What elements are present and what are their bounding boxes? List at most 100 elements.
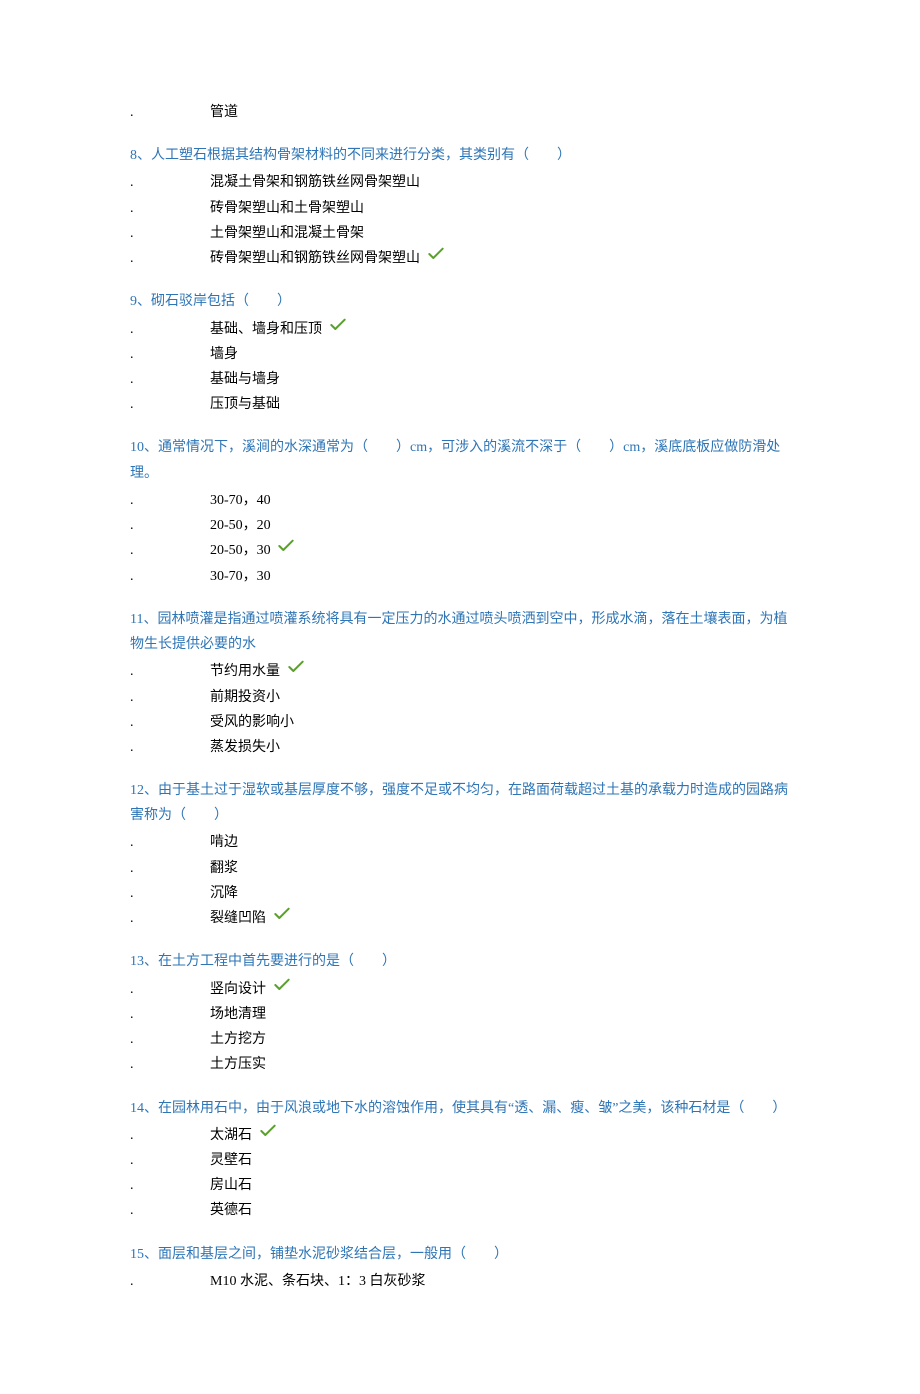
option-row: .受风的影响小 (130, 710, 790, 735)
option-bullet: . (130, 488, 210, 513)
option-text: 混凝土骨架和钢筋铁丝网骨架塑山 (210, 170, 790, 195)
document-body: .管道8、人工塑石根据其结构骨架材料的不同来进行分类，其类别有（ ）.混凝土骨架… (130, 100, 790, 1294)
option-bullet: . (130, 538, 210, 563)
option-text: 太湖石 (210, 1123, 790, 1148)
option-row: .土方挖方 (130, 1027, 790, 1052)
option-row: .混凝土骨架和钢筋铁丝网骨架塑山 (130, 170, 790, 195)
option-bullet: . (130, 1052, 210, 1077)
option-bullet: . (130, 685, 210, 710)
question-title: 8、人工塑石根据其结构骨架材料的不同来进行分类，其类别有（ ） (130, 143, 790, 168)
option-bullet: . (130, 367, 210, 392)
check-icon (288, 658, 304, 683)
question-title: 10、通常情况下，溪涧的水深通常为（ ）cm，可涉入的溪流不深于（ ）cm，溪底… (130, 435, 790, 485)
check-icon (260, 1122, 276, 1147)
option-row: .20-50，20 (130, 513, 790, 538)
option-text: M10 水泥、条石块、1：3 白灰砂浆 (210, 1269, 790, 1294)
option-row: .翻浆 (130, 856, 790, 881)
check-icon (274, 976, 290, 1001)
question-title: 12、由于基土过于湿软或基层厚度不够，强度不足或不均匀，在路面荷载超过土基的承载… (130, 778, 790, 828)
question-title: 9、砌石驳岸包括（ ） (130, 289, 790, 314)
option-text: 墙身 (210, 342, 790, 367)
option-text: 啃边 (210, 830, 790, 855)
option-bullet: . (130, 392, 210, 417)
option-text: 灵壁石 (210, 1148, 790, 1173)
option-bullet: . (130, 1027, 210, 1052)
option-text: 30-70，40 (210, 488, 790, 513)
option-bullet: . (130, 735, 210, 760)
option-bullet: . (130, 513, 210, 538)
option-bullet: . (130, 906, 210, 931)
option-row: .土骨架塑山和混凝土骨架 (130, 221, 790, 246)
option-bullet: . (130, 317, 210, 342)
option-bullet: . (130, 170, 210, 195)
option-bullet: . (130, 659, 210, 684)
option-text: 翻浆 (210, 856, 790, 881)
option-row: .英德石 (130, 1198, 790, 1223)
option-text: 土方压实 (210, 1052, 790, 1077)
option-row: .土方压实 (130, 1052, 790, 1077)
question-title: 15、面层和基层之间，铺垫水泥砂浆结合层，一般用（ ） (130, 1242, 790, 1267)
option-text: 30-70，30 (210, 564, 790, 589)
option-text: 房山石 (210, 1173, 790, 1198)
option-row: .压顶与基础 (130, 392, 790, 417)
check-icon (428, 245, 444, 270)
option-text: 20-50，30 (210, 538, 790, 563)
question-title: 11、园林喷灌是指通过喷灌系统将具有一定压力的水通过喷头喷洒到空中，形成水滴，落… (130, 607, 790, 657)
question-title: 14、在园林用石中，由于风浪或地下水的溶蚀作用，使其具有“透、漏、瘦、皱”之美，… (130, 1096, 790, 1121)
option-bullet: . (130, 196, 210, 221)
option-bullet: . (130, 830, 210, 855)
option-text: 砖骨架塑山和钢筋铁丝网骨架塑山 (210, 246, 790, 271)
option-text: 蒸发损失小 (210, 735, 790, 760)
option-text: 场地清理 (210, 1002, 790, 1027)
option-text: 节约用水量 (210, 659, 790, 684)
check-icon (330, 316, 346, 341)
option-row: .房山石 (130, 1173, 790, 1198)
option-row: .基础与墙身 (130, 367, 790, 392)
option-row: .太湖石 (130, 1123, 790, 1148)
option-row: .蒸发损失小 (130, 735, 790, 760)
option-bullet: . (130, 100, 210, 125)
option-text: 基础、墙身和压顶 (210, 317, 790, 342)
option-text: 土骨架塑山和混凝土骨架 (210, 221, 790, 246)
option-bullet: . (130, 1198, 210, 1223)
option-text: 管道 (210, 100, 790, 125)
option-bullet: . (130, 856, 210, 881)
option-row: .场地清理 (130, 1002, 790, 1027)
option-bullet: . (130, 564, 210, 589)
option-row: .30-70，30 (130, 564, 790, 589)
option-bullet: . (130, 1148, 210, 1173)
option-row: .节约用水量 (130, 659, 790, 684)
option-text: 沉降 (210, 881, 790, 906)
option-row: .20-50，30 (130, 538, 790, 563)
option-bullet: . (130, 342, 210, 367)
option-bullet: . (130, 246, 210, 271)
option-row: .砖骨架塑山和钢筋铁丝网骨架塑山 (130, 246, 790, 271)
option-row: .砖骨架塑山和土骨架塑山 (130, 196, 790, 221)
check-icon (274, 905, 290, 930)
option-row: .M10 水泥、条石块、1：3 白灰砂浆 (130, 1269, 790, 1294)
question-title: 13、在土方工程中首先要进行的是（ ） (130, 949, 790, 974)
option-bullet: . (130, 710, 210, 735)
option-row: .沉降 (130, 881, 790, 906)
option-bullet: . (130, 1123, 210, 1148)
option-bullet: . (130, 977, 210, 1002)
option-row: .基础、墙身和压顶 (130, 317, 790, 342)
option-text: 竖向设计 (210, 977, 790, 1002)
option-text: 受风的影响小 (210, 710, 790, 735)
option-row: .啃边 (130, 830, 790, 855)
option-bullet: . (130, 221, 210, 246)
option-bullet: . (130, 1269, 210, 1294)
option-row: .灵壁石 (130, 1148, 790, 1173)
option-text: 裂缝凹陷 (210, 906, 790, 931)
option-row: .30-70，40 (130, 488, 790, 513)
option-text: 压顶与基础 (210, 392, 790, 417)
option-row: .裂缝凹陷 (130, 906, 790, 931)
option-text: 前期投资小 (210, 685, 790, 710)
option-bullet: . (130, 1173, 210, 1198)
option-bullet: . (130, 1002, 210, 1027)
option-row: .竖向设计 (130, 977, 790, 1002)
option-text: 基础与墙身 (210, 367, 790, 392)
option-row: .管道 (130, 100, 790, 125)
check-icon (278, 537, 294, 562)
option-bullet: . (130, 881, 210, 906)
